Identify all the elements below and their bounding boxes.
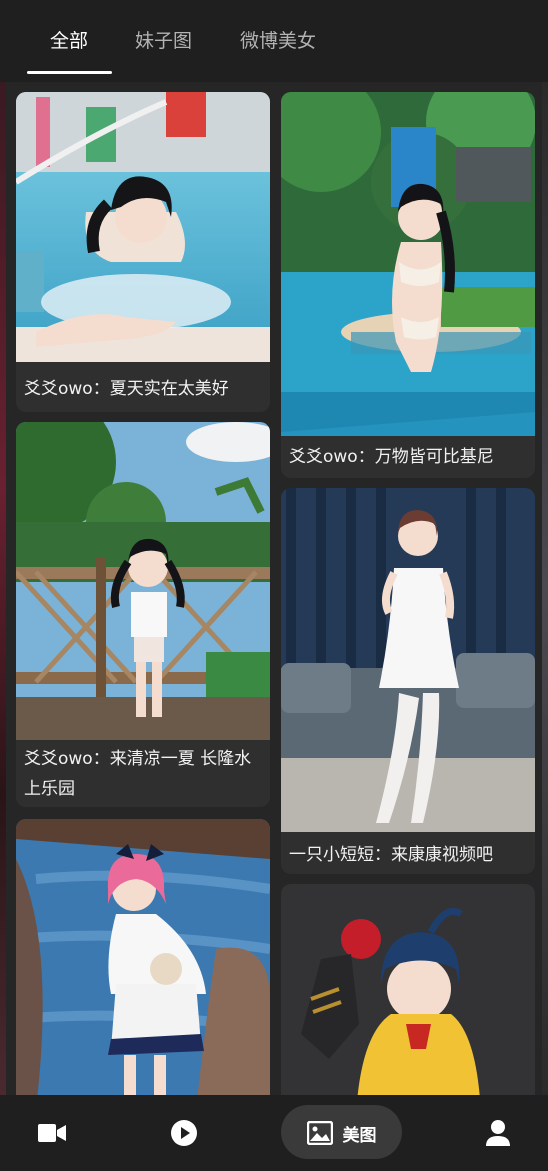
bottom-navigation: 美图 [0, 1095, 548, 1171]
feed-card[interactable]: 一只小短短：来康康视频吧 [281, 488, 535, 874]
card-caption: 爻爻owo：来清凉一夏 长隆水上乐园 [24, 749, 252, 799]
card-photo [16, 92, 270, 362]
feed-card[interactable] [281, 884, 535, 1095]
feed-card[interactable]: 爻爻owo：来清凉一夏 长隆水上乐园 [16, 422, 270, 807]
top-tab-bar: 全部 妹子图 微博美女 [0, 0, 548, 82]
feed-card[interactable]: 爻爻owo：夏天实在太美好 [16, 92, 270, 412]
tab-weibo-beauties[interactable]: 微博美女 [240, 26, 316, 53]
tab-girls-pics[interactable]: 妹子图 [135, 26, 192, 53]
card-photo [16, 819, 270, 1095]
play-circle-icon [171, 1120, 197, 1146]
card-photo [281, 488, 535, 832]
tab-all[interactable]: 全部 [50, 26, 88, 53]
user-icon [486, 1120, 510, 1146]
nav-profile[interactable] [466, 1095, 530, 1171]
image-icon [306, 1121, 333, 1145]
feed-card[interactable] [16, 819, 270, 1095]
feed-card[interactable]: 爻爻owo：万物皆可比基尼 [281, 92, 535, 478]
nav-images-label: 美图 [342, 1125, 377, 1146]
card-photo [281, 92, 535, 436]
card-photo [16, 422, 270, 740]
nav-images[interactable]: 美图 [281, 1095, 402, 1171]
image-feed[interactable]: 爻爻owo：夏天实在太美好 爻爻owo：万物皆可比基尼 爻爻owo：来清凉一夏 … [6, 82, 542, 1095]
card-caption: 一只小短短：来康康视频吧 [289, 845, 493, 865]
active-tab-indicator [27, 71, 112, 74]
nav-video[interactable] [20, 1095, 84, 1171]
card-photo [281, 884, 535, 1095]
card-caption: 爻爻owo：万物皆可比基尼 [289, 447, 494, 467]
nav-play[interactable] [152, 1095, 216, 1171]
card-caption: 爻爻owo：夏天实在太美好 [24, 379, 229, 399]
video-camera-icon [38, 1124, 66, 1142]
background-edge-right [542, 80, 548, 1100]
